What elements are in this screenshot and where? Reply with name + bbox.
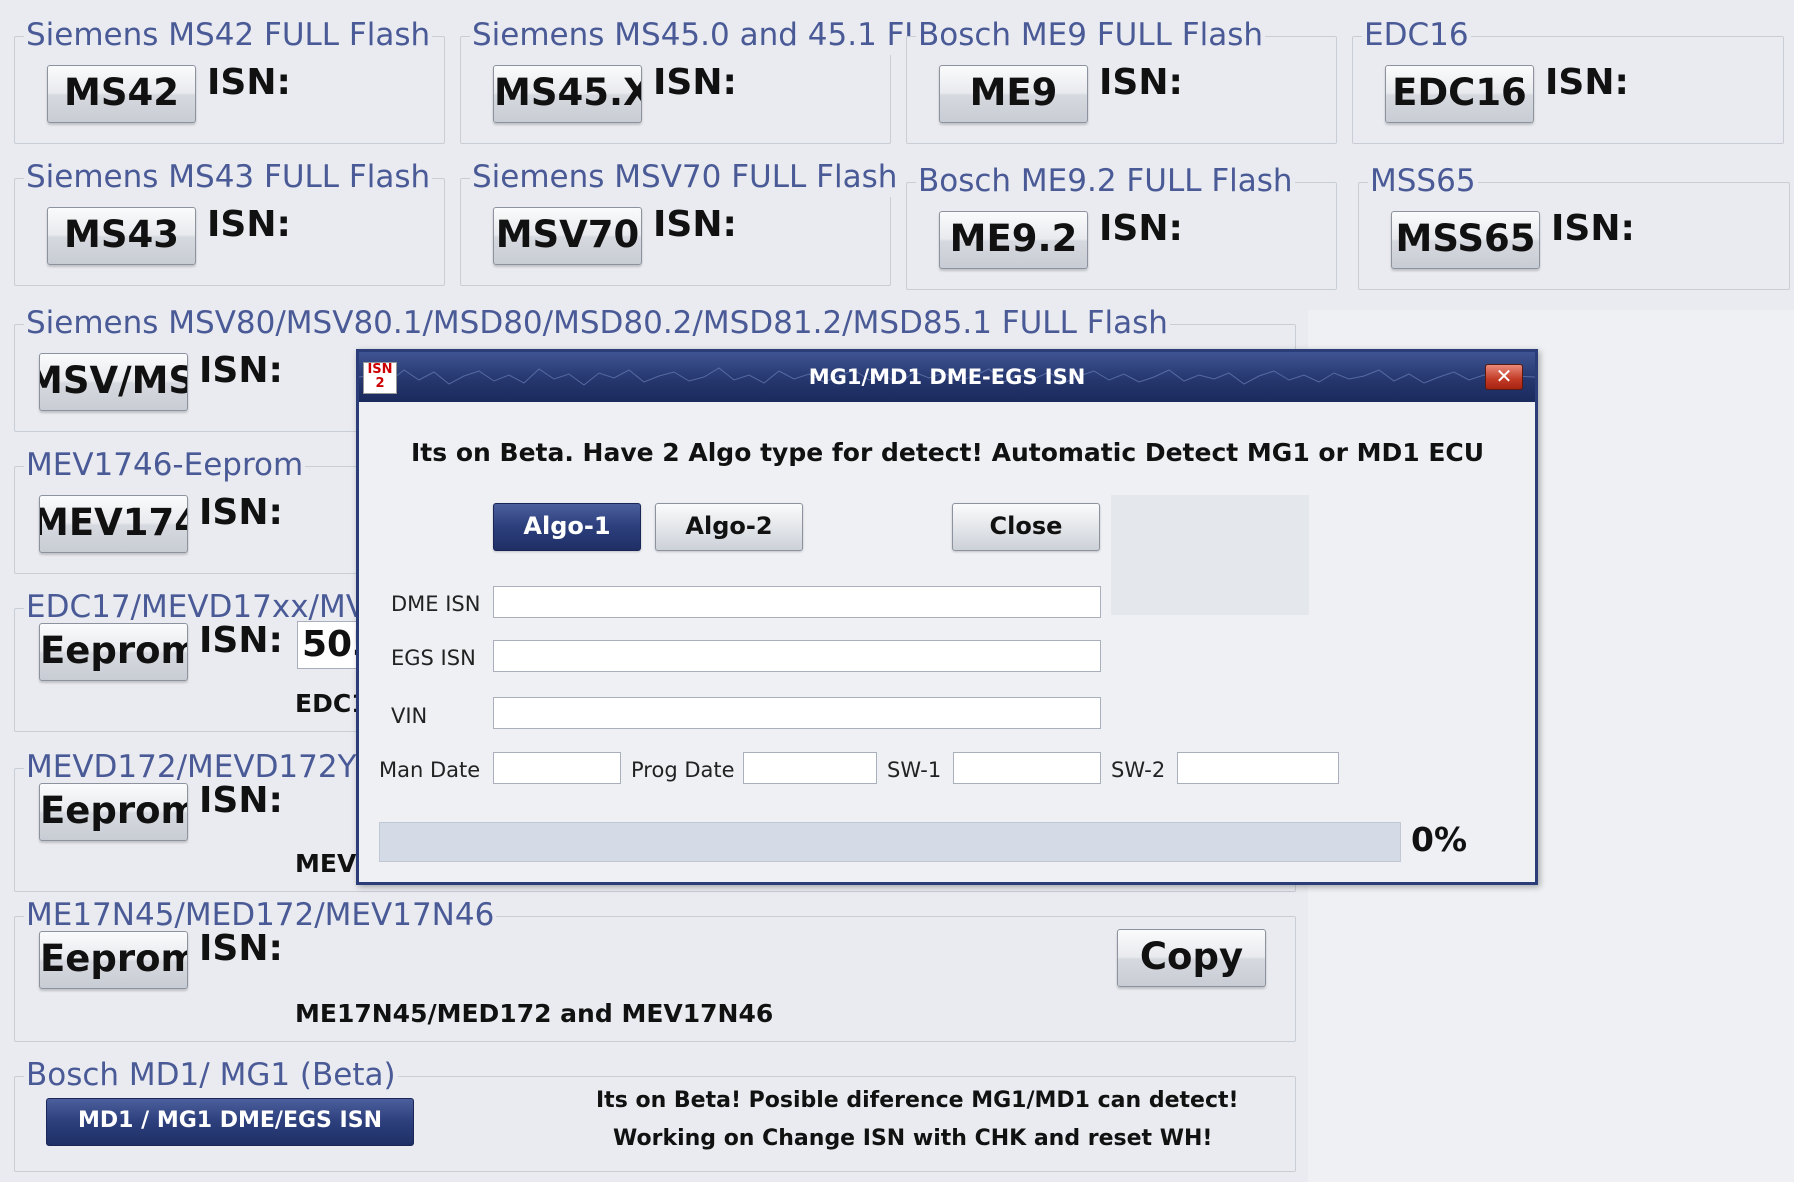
ms43-button[interactable]: MS43 (47, 207, 196, 265)
egs-isn-field[interactable] (493, 640, 1101, 672)
edc16-button[interactable]: EDC16 (1385, 65, 1534, 123)
egs-isn-label: EGS ISN (391, 646, 476, 670)
progress-percent: 0% (1411, 820, 1468, 859)
msv80-isn-label: ISN: (199, 350, 283, 391)
algo-1-button[interactable]: Algo-1 (493, 503, 641, 551)
ms45-panel: Siemens MS45.0 and 45.1 FUI MS45.X ISN: (460, 15, 939, 144)
edc16-panel: EDC16 EDC16 ISN: (1352, 15, 1784, 144)
algo-2-button[interactable]: Algo-2 (655, 503, 803, 551)
close-icon[interactable]: ✕ (1485, 364, 1523, 390)
me9-isn-label: ISN: (1099, 62, 1183, 103)
edc17-button[interactable]: Eeprom (39, 623, 188, 681)
prog-date-label: Prog Date (631, 758, 735, 782)
md1mg1-note-2: Working on Change ISN with CHK and reset… (613, 1126, 1213, 1151)
mss65-legend: MSS65 (1368, 161, 1478, 201)
mg1-md1-dialog: ISN 2 MG1/MD1 DME-EGS ISN ✕ Its on Beta.… (356, 349, 1538, 885)
ms45-isn-label: ISN: (653, 62, 737, 103)
edc16-legend: EDC16 (1362, 15, 1471, 55)
vin-field[interactable] (493, 697, 1101, 729)
msv70-legend: Siemens MSV70 FULL Flash (470, 157, 900, 197)
mevd172-isn-label: ISN: (199, 780, 283, 821)
mevd172-button[interactable]: Eeprom (39, 783, 188, 841)
ms45-button[interactable]: MS45.X (493, 65, 642, 123)
me9-button[interactable]: ME9 (939, 65, 1088, 123)
msv80-legend: Siemens MSV80/MSV80.1/MSD80/MSD80.2/MSD8… (24, 303, 1170, 343)
ms43-isn-label: ISN: (207, 204, 291, 245)
msv80-button[interactable]: MSV/MSD (39, 353, 188, 411)
ms43-panel: Siemens MS43 FULL Flash MS43 ISN: (14, 157, 445, 286)
man-date-field[interactable] (493, 752, 621, 784)
msv70-isn-label: ISN: (653, 204, 737, 245)
me92-panel: Bosch ME9.2 FULL Flash ME9.2 ISN: (906, 161, 1337, 290)
me17n45-button[interactable]: Eeprom (39, 931, 188, 989)
close-button[interactable]: Close (952, 503, 1100, 551)
prog-date-field[interactable] (743, 752, 877, 784)
dialog-title: MG1/MD1 DME-EGS ISN (808, 365, 1086, 389)
ms42-legend: Siemens MS42 FULL Flash (24, 15, 433, 55)
msv70-button[interactable]: MSV70 (493, 207, 642, 265)
sw1-label: SW-1 (887, 758, 942, 782)
mss65-button[interactable]: MSS65 (1391, 211, 1540, 269)
dialog-message: Its on Beta. Have 2 Algo type for detect… (411, 438, 1485, 467)
dme-isn-label: DME ISN (391, 592, 481, 616)
man-date-label: Man Date (379, 758, 481, 782)
sw2-field[interactable] (1177, 752, 1339, 784)
md1mg1-legend: Bosch MD1/ MG1 (Beta) (24, 1055, 398, 1095)
dialog-blank-panel (1111, 495, 1309, 615)
me9-panel: Bosch ME9 FULL Flash ME9 ISN: (906, 15, 1337, 144)
ms43-legend: Siemens MS43 FULL Flash (24, 157, 433, 197)
me9-legend: Bosch ME9 FULL Flash (916, 15, 1265, 55)
md1mg1-note-1: Its on Beta! Posible diference MG1/MD1 c… (596, 1088, 1239, 1113)
mev1746-isn-label: ISN: (199, 492, 283, 533)
ms45-legend: Siemens MS45.0 and 45.1 FUI (470, 15, 939, 55)
me17n45-note: ME17N45/MED172 and MEV17N46 (295, 999, 774, 1028)
copy-button[interactable]: Copy (1117, 929, 1266, 987)
sw1-field[interactable] (953, 752, 1101, 784)
ms42-button[interactable]: MS42 (47, 65, 196, 123)
me92-button[interactable]: ME9.2 (939, 211, 1088, 269)
progress-bar (379, 822, 1401, 862)
mev1746-legend: MEV1746-Eeprom (24, 445, 306, 485)
mss65-isn-label: ISN: (1551, 208, 1635, 249)
dme-isn-field[interactable] (493, 586, 1101, 618)
edc17-isn-label: ISN: (199, 620, 283, 661)
ms42-panel: Siemens MS42 FULL Flash MS42 ISN: (14, 15, 445, 144)
mss65-panel: MSS65 MSS65 ISN: (1358, 161, 1790, 290)
edc16-isn-label: ISN: (1545, 62, 1629, 103)
vin-label: VIN (391, 704, 428, 728)
me92-isn-label: ISN: (1099, 208, 1183, 249)
msv70-panel: Siemens MSV70 FULL Flash MSV70 ISN: (460, 157, 900, 286)
me17n45-panel: ME17N45/MED172/MEV17N46 Eeprom ISN: Copy… (14, 895, 1296, 1042)
md1-mg1-dme-egs-isn-button[interactable]: MD1 / MG1 DME/EGS ISN (46, 1098, 414, 1146)
me17n45-isn-label: ISN: (199, 928, 283, 969)
mev1746-button[interactable]: MEV1746 (39, 495, 188, 553)
dialog-titlebar[interactable]: ISN 2 MG1/MD1 DME-EGS ISN ✕ (359, 352, 1535, 402)
ms42-isn-label: ISN: (207, 62, 291, 103)
sw2-label: SW-2 (1111, 758, 1166, 782)
me92-legend: Bosch ME9.2 FULL Flash (916, 161, 1295, 201)
